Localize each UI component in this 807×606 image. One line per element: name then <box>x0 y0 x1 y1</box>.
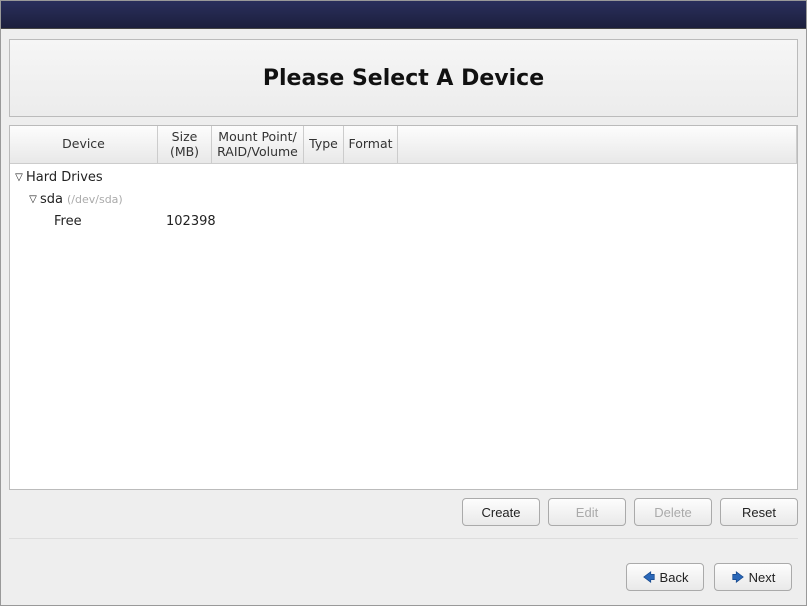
column-header-size[interactable]: Size (MB) <box>158 126 212 163</box>
tree-row-disk-sda[interactable]: ▽ sda (/dev/sda) <box>10 188 797 210</box>
device-tree-body: ▽ Hard Drives ▽ sda (/dev/sda) Free 1023… <box>10 164 797 234</box>
tree-label-disk-path: (/dev/sda) <box>67 193 123 206</box>
tree-value-free-size: 102398 <box>162 214 216 229</box>
next-button[interactable]: Next <box>714 563 792 591</box>
back-button-label: Back <box>660 570 689 585</box>
partition-action-row: Create Edit Delete Reset <box>9 498 798 539</box>
arrow-right-icon <box>731 570 745 584</box>
page-header-panel: Please Select A Device <box>9 39 798 117</box>
installer-window: Please Select A Device Device Size (MB) … <box>0 0 807 606</box>
page-title: Please Select A Device <box>263 66 544 91</box>
tree-row-free-space[interactable]: Free 102398 <box>10 210 797 232</box>
tree-label-disk-name: sda <box>40 192 63 207</box>
column-header-mount[interactable]: Mount Point/ RAID/Volume <box>212 126 304 163</box>
back-button[interactable]: Back <box>626 563 704 591</box>
column-header-spacer <box>398 126 797 163</box>
column-header-type[interactable]: Type <box>304 126 344 163</box>
arrow-left-icon <box>642 570 656 584</box>
delete-button[interactable]: Delete <box>634 498 712 526</box>
device-tree-panel: Device Size (MB) Mount Point/ RAID/Volum… <box>9 125 798 490</box>
tree-label-hard-drives: Hard Drives <box>26 170 103 185</box>
column-headers: Device Size (MB) Mount Point/ RAID/Volum… <box>10 126 797 164</box>
tree-row-hard-drives[interactable]: ▽ Hard Drives <box>10 166 797 188</box>
expander-icon[interactable]: ▽ <box>14 172 24 183</box>
column-header-format[interactable]: Format <box>344 126 398 163</box>
window-titlebar <box>1 1 806 29</box>
next-button-label: Next <box>749 570 776 585</box>
create-button[interactable]: Create <box>462 498 540 526</box>
reset-button[interactable]: Reset <box>720 498 798 526</box>
tree-label-free: Free <box>54 214 82 229</box>
wizard-nav-row: Back Next <box>626 563 792 591</box>
expander-icon[interactable]: ▽ <box>28 194 38 205</box>
column-header-device[interactable]: Device <box>10 126 158 163</box>
edit-button[interactable]: Edit <box>548 498 626 526</box>
